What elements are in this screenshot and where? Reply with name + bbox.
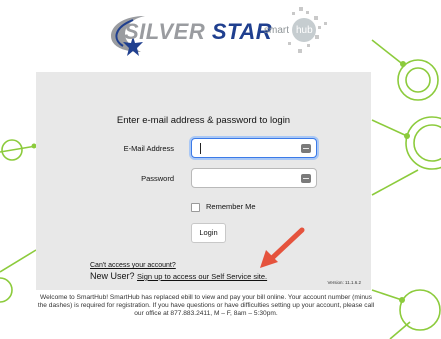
deco-dot (399, 297, 405, 303)
login-title: Enter e-mail address & password to login (116, 115, 291, 126)
smarthub-smart: smart (264, 25, 289, 36)
autofill-key-icon[interactable] (301, 174, 311, 183)
remember-label: Remember Me (206, 202, 256, 211)
email-label: E-Mail Address (123, 144, 174, 153)
deco-line (0, 145, 37, 153)
version-text: Version: 11.1.6.2 (327, 280, 361, 285)
silver-star-wordmark: SILVER STAR (124, 19, 272, 45)
email-field[interactable] (191, 138, 317, 158)
login-button[interactable]: Login (191, 223, 226, 243)
text-caret (200, 143, 201, 154)
smarthub-hub: hub (296, 25, 313, 36)
deco-line (0, 249, 37, 273)
deco-circle (0, 277, 13, 303)
cant-access-link[interactable]: Can't access your account? (90, 262, 176, 269)
deco-dot (404, 133, 410, 139)
remember-me[interactable]: Remember Me (191, 202, 256, 212)
password-field[interactable] (191, 168, 317, 188)
brand-word1: SILVER (124, 19, 206, 44)
deco-circle (399, 289, 441, 331)
login-panel: Enter e-mail address & password to login… (36, 72, 371, 290)
deco-line (371, 289, 403, 301)
autofill-key-icon[interactable] (301, 144, 311, 153)
deco-circle (405, 67, 431, 93)
signup-link[interactable]: Sign up to access our Self Service site. (137, 272, 267, 281)
remember-checkbox[interactable] (191, 202, 200, 212)
deco-line (389, 321, 411, 339)
password-label: Password (141, 174, 174, 183)
deco-line (371, 119, 408, 137)
new-user-line: New User? Sign up to access our Self Ser… (90, 271, 267, 281)
red-arrow-icon (260, 227, 305, 268)
smarthub-logo: smart hub (264, 7, 327, 53)
welcome-message: Welcome to SmartHub! SmartHub has replac… (37, 294, 375, 318)
deco-line (371, 169, 419, 196)
new-user-text: New User? (90, 271, 135, 281)
deco-circle (413, 124, 441, 162)
header: SILVER STAR smart hub (0, 0, 441, 70)
